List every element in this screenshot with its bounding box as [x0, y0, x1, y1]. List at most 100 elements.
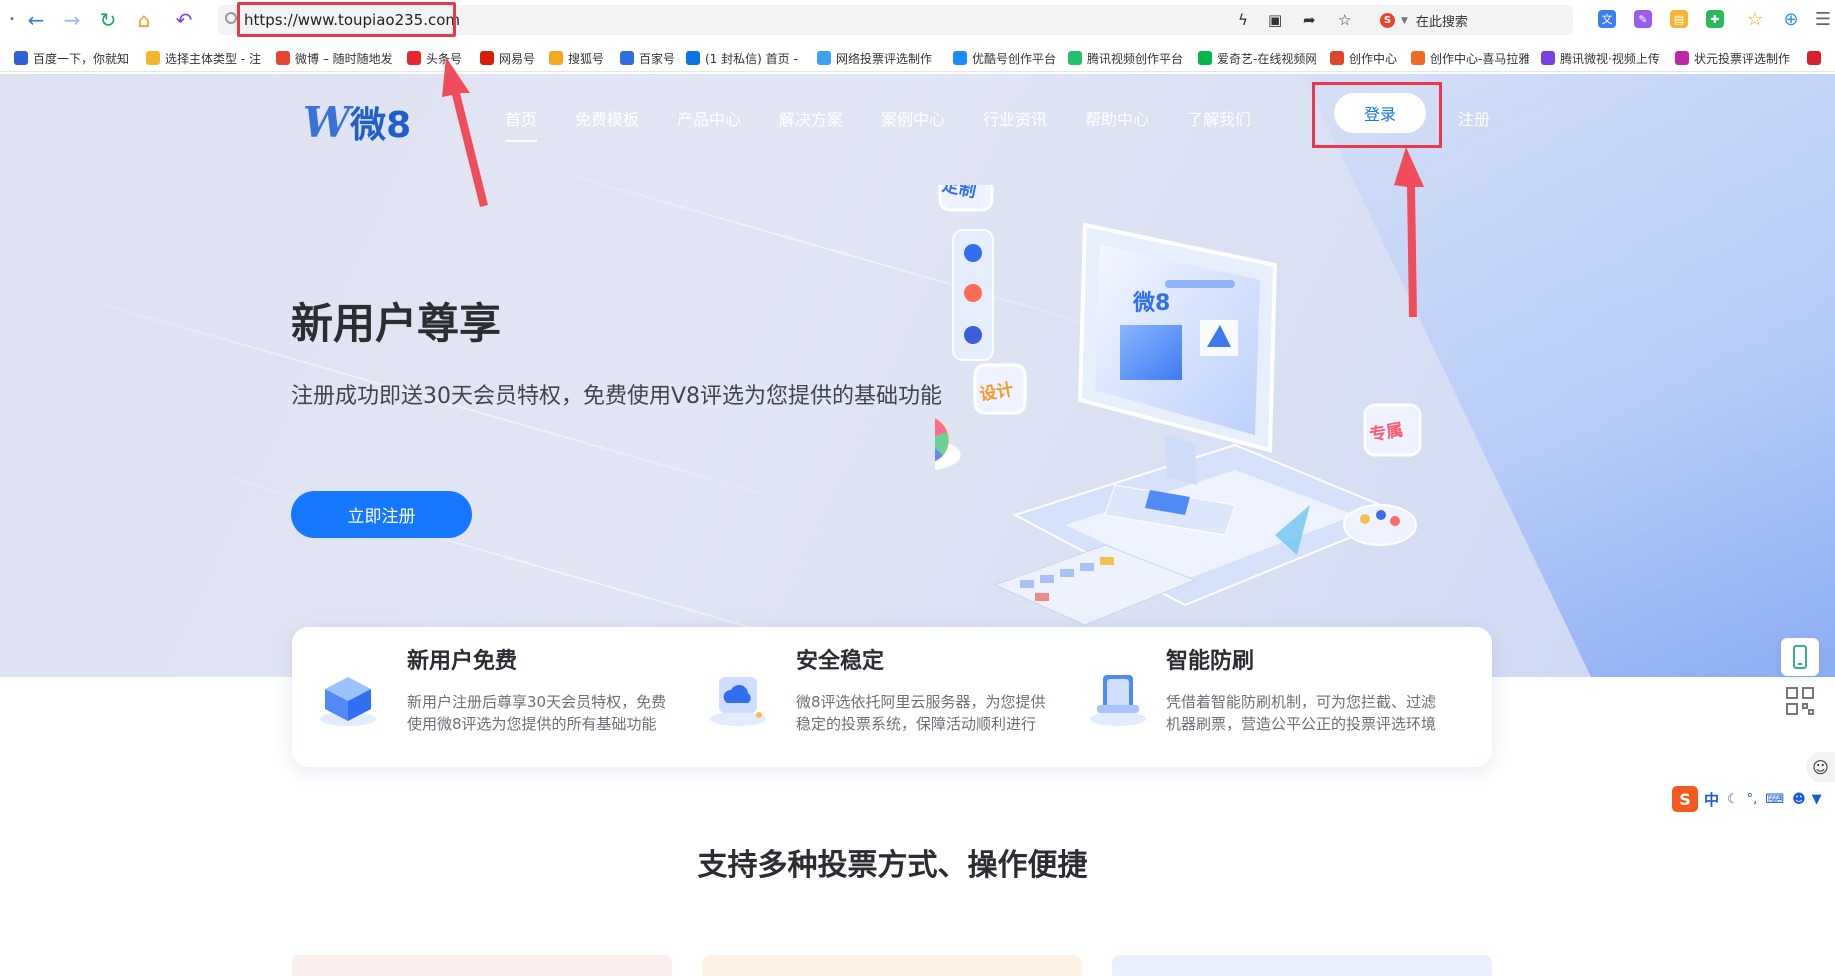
star-icon[interactable]: ☆: [1338, 11, 1351, 29]
bookmark-label: 网易号: [499, 51, 536, 66]
nav-cases[interactable]: 案例中心: [881, 106, 945, 130]
search-engine[interactable]: S ▼ 在此搜索: [1380, 11, 1468, 30]
sogou-ime-icon: S: [1672, 786, 1698, 812]
nav-help[interactable]: 帮助中心: [1085, 106, 1149, 130]
bookmark-label: 百家号: [639, 51, 676, 66]
method-card[interactable]: [1112, 955, 1492, 976]
nav-about[interactable]: 了解我们: [1187, 106, 1251, 130]
nav-news[interactable]: 行业资讯: [983, 106, 1047, 130]
download-icon[interactable]: ⊕: [1782, 9, 1800, 30]
hero-banner: [0, 74, 1835, 677]
bookmark-favicon-icon: [14, 51, 28, 65]
features-card: 新用户免费 新用户注册后尊享30天会员特权，免费使用微8评选为您提供的所有基础功…: [292, 627, 1492, 767]
annotation-arrow-url: [442, 57, 488, 207]
mobile-icon[interactable]: [1781, 638, 1819, 676]
bookmark-item[interactable]: 搜狐号: [549, 48, 609, 68]
ime-mode[interactable]: 中: [1704, 789, 1719, 810]
bookmark-label: 选择主体类型 - 注: [165, 51, 261, 66]
logo-w-icon: W: [303, 97, 350, 147]
section-title: 支持多种投票方式、操作便捷: [697, 848, 1088, 883]
back-icon[interactable]: ←: [24, 8, 48, 32]
bookmark-item[interactable]: 微博 – 随时随地发: [276, 48, 394, 68]
nav-solutions[interactable]: 解决方案: [779, 106, 843, 130]
feature-desc: 新用户注册后尊享30天会员特权，免费使用微8评选为您提供的所有基础功能: [407, 693, 667, 733]
bookmark-favicon-icon: [1198, 51, 1212, 65]
bookmark-label: 状元投票评选制作: [1694, 51, 1791, 66]
lightning-icon[interactable]: ϟ: [1238, 11, 1248, 29]
feature-new-user: 新用户免费 新用户注册后尊享30天会员特权，免费使用微8评选为您提供的所有基础功…: [292, 627, 692, 767]
keyboard-icon[interactable]: ⌨: [1765, 792, 1784, 807]
menu-icon[interactable]: ☰: [1814, 9, 1832, 30]
bookmark-item[interactable]: 优酷号创作平台: [953, 48, 1057, 68]
bookmark-item[interactable]: [1807, 48, 1827, 68]
bookmark-favicon-icon: [407, 51, 421, 65]
screenshot-icon[interactable]: ▣: [1268, 11, 1282, 29]
bookmark-label: 网络投票评选制作: [836, 51, 933, 66]
cube-icon: [320, 677, 376, 726]
bookmark-favicon-icon: [549, 51, 563, 65]
refresh-icon[interactable]: ↻: [96, 8, 120, 32]
ai-icon[interactable]: ✎: [1634, 10, 1652, 28]
qrcode-icon[interactable]: [1781, 682, 1819, 720]
extension-icon[interactable]: ✚: [1706, 10, 1724, 28]
site-logo[interactable]: W 微8: [303, 96, 411, 148]
skin-icon[interactable]: ▼: [1812, 792, 1822, 807]
feature-secure: 安全稳定 微8评选依托阿里云服务器，为您提供稳定的投票系统，保障活动顺利进行: [692, 627, 1092, 767]
user-icon[interactable]: ☻: [1792, 792, 1806, 807]
bookmark-item[interactable]: 爱奇艺-在线视频网: [1198, 48, 1316, 68]
bookmark-item[interactable]: 百家号: [620, 48, 680, 68]
bookmark-label: 微博 – 随时随地发: [295, 51, 393, 66]
undo-icon[interactable]: ↶: [172, 8, 196, 32]
page: • ← → ↻ ⌂ ↶ https://www.toupiao235.com ϟ…: [0, 0, 1835, 976]
chevron-down-icon: ▼: [1401, 15, 1408, 26]
bookmark-favicon-icon: [1675, 51, 1689, 65]
bookmark-label: 腾讯微视·视频上传: [1560, 51, 1660, 66]
bookmark-item[interactable]: 选择主体类型 - 注: [146, 48, 264, 68]
register-now-button[interactable]: 立即注册: [291, 491, 472, 538]
bookmark-item[interactable]: 创作中心: [1330, 48, 1400, 68]
bookmark-favicon-icon: [276, 51, 290, 65]
bookmark-item[interactable]: 百度一下，你就知: [14, 48, 132, 68]
home-icon[interactable]: ⌂: [132, 8, 156, 32]
logo-text: 微8: [350, 105, 412, 146]
method-card[interactable]: [292, 955, 672, 976]
method-card[interactable]: [702, 955, 1082, 976]
feature-desc: 微8评选依托阿里云服务器，为您提供稳定的投票系统，保障活动顺利进行: [796, 693, 1046, 733]
bookmark-label: 创作中心-喜马拉雅: [1430, 51, 1529, 66]
bookmark-item[interactable]: 状元投票评选制作: [1675, 48, 1799, 68]
bookmark-favicon-icon: [686, 51, 700, 65]
bookmark-favicon-icon: [1807, 51, 1821, 65]
bookmark-favicon-icon: [620, 51, 634, 65]
bookmark-label: 百度一下，你就知: [33, 51, 130, 66]
bookmark-item[interactable]: (1 封私信) 首页 -: [686, 48, 806, 68]
bookmark-label: 创作中心: [1349, 51, 1398, 66]
nav-home[interactable]: 首页: [505, 106, 538, 142]
moon-icon[interactable]: ☾: [1727, 792, 1739, 807]
bookmark-label: 爱奇艺-在线视频网: [1217, 51, 1316, 66]
nav-free-templates[interactable]: 免费模板: [575, 106, 639, 130]
favorites-icon[interactable]: ☆: [1746, 9, 1764, 30]
share-icon[interactable]: ➦: [1303, 11, 1316, 29]
bookmark-label: 腾讯视频创作平台: [1087, 51, 1184, 66]
hero-title: 新用户尊享: [291, 299, 502, 348]
ime-toolbar[interactable]: S 中 ☾ °, ⌨ ☻ ▼: [1672, 784, 1835, 814]
cloud-shield-icon: [710, 677, 766, 726]
screen-logo: 微8: [1132, 290, 1170, 316]
bookmark-favicon-icon: [1330, 51, 1344, 65]
avatar[interactable]: ☺: [1806, 752, 1835, 782]
register-link[interactable]: 注册: [1458, 106, 1490, 130]
shield-icon: [1090, 675, 1146, 726]
nav-products[interactable]: 产品中心: [677, 106, 741, 130]
search-icon: [225, 12, 237, 24]
forward-icon[interactable]: →: [60, 8, 84, 32]
bookmark-item[interactable]: 腾讯视频创作平台: [1068, 48, 1186, 68]
folder-icon[interactable]: ▤: [1670, 10, 1688, 28]
punctuation-icon[interactable]: °,: [1747, 792, 1758, 807]
bookmark-item[interactable]: 腾讯微视·视频上传: [1541, 48, 1661, 68]
translate-icon[interactable]: 文: [1598, 10, 1616, 28]
bookmark-label: 搜狐号: [568, 51, 605, 66]
login-highlight-box: [1312, 82, 1442, 148]
bookmark-item[interactable]: 创作中心-喜马拉雅: [1411, 48, 1529, 68]
bookmark-item[interactable]: 网络投票评选制作: [817, 48, 941, 68]
bookmarks-bar: 百度一下，你就知 选择主体类型 - 注微博 – 随时随地发 头条号 网易号 搜狐号 百家号…: [0, 44, 1835, 72]
